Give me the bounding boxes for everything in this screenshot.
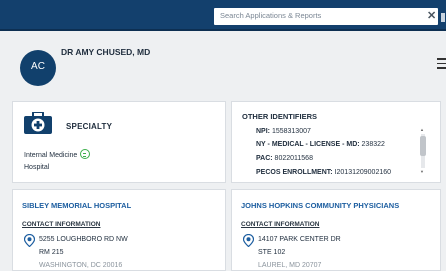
avatar-initials: AC <box>31 61 45 72</box>
identifier-row: NY - MEDICAL - LICENSE - MD: 238322 <box>256 141 385 148</box>
identifier-value: 1558313007 <box>271 128 311 135</box>
medical-bag-icon <box>24 112 52 134</box>
specialty-name: Internal Medicine <box>24 151 78 159</box>
hospital-card: JOHNS HOPKINS COMMUNITY PHYSICIANS CONTA… <box>231 189 441 271</box>
identifier-label: PECOS ENROLLMENT: <box>256 169 333 176</box>
address-line: 5255 LOUGHBORO RD NW <box>39 236 128 243</box>
identifiers-scrollbar[interactable]: ▲ ▼ <box>420 128 426 174</box>
identifier-value: I20131209002160 <box>334 169 392 176</box>
close-icon[interactable]: ✕ <box>427 9 436 22</box>
top-nav-bar: Search Applications & Reports ✕ <box>0 0 446 31</box>
location-pin-icon <box>243 234 254 247</box>
scrollbar-thumb[interactable] <box>420 136 426 156</box>
identifier-value: 8022011568 <box>274 155 313 162</box>
hospital-name-link[interactable]: JOHNS HOPKINS COMMUNITY PHYSICIANS <box>241 201 399 210</box>
hospital-card: SIBLEY MEMORIAL HOSPITAL CONTACT INFORMA… <box>12 189 226 271</box>
identifier-label: PAC: <box>256 155 273 162</box>
doctor-name: DR AMY CHUSED, MD <box>61 47 151 57</box>
identifiers-card: OTHER IDENTIFIERS NPI: 1558313007 NY - M… <box>231 101 441 183</box>
specialty-item: Hospital <box>24 164 50 171</box>
identifier-value: 238322 <box>361 141 385 148</box>
address-line: RM 215 <box>39 249 64 256</box>
profile-header: AC DR AMY CHUSED, MD <box>8 36 446 94</box>
identifier-label: NPI: <box>256 128 270 135</box>
contact-info-label: CONTACT INFORMATION <box>22 221 101 228</box>
identifier-row: PECOS ENROLLMENT: I20131209002160 <box>256 169 391 176</box>
search-input[interactable]: Search Applications & Reports <box>220 11 321 20</box>
topbar-divider <box>0 29 446 31</box>
specialty-item: Internal Medicine <box>24 149 91 160</box>
scroll-down-icon[interactable]: ▼ <box>420 170 424 174</box>
identifier-row: PAC: 8022011568 <box>256 155 313 162</box>
avatar: AC <box>20 50 56 86</box>
identifier-label: NY - MEDICAL - LICENSE - MD: <box>256 141 360 148</box>
board-certified-icon <box>80 149 91 159</box>
location-pin-icon <box>24 234 35 247</box>
identifier-row: NPI: 1558313007 <box>256 128 311 135</box>
specialty-title: SPECIALTY <box>66 122 113 131</box>
search-box[interactable]: Search Applications & Reports ✕ <box>214 8 438 25</box>
scroll-up-icon[interactable]: ▲ <box>420 128 424 132</box>
hospital-name-link[interactable]: SIBLEY MEMORIAL HOSPITAL <box>22 201 131 210</box>
identifiers-list: NPI: 1558313007 NY - MEDICAL - LICENSE -… <box>232 124 420 176</box>
address-line: STE 102 <box>258 249 286 256</box>
address-line: 14107 PARK CENTER DR <box>258 236 341 243</box>
window-edge <box>441 13 445 22</box>
identifiers-title: OTHER IDENTIFIERS <box>242 112 318 121</box>
specialty-card: SPECIALTY Internal Medicine Hospital <box>12 101 226 183</box>
hamburger-icon[interactable] <box>437 58 446 72</box>
contact-info-label: CONTACT INFORMATION <box>241 221 320 228</box>
